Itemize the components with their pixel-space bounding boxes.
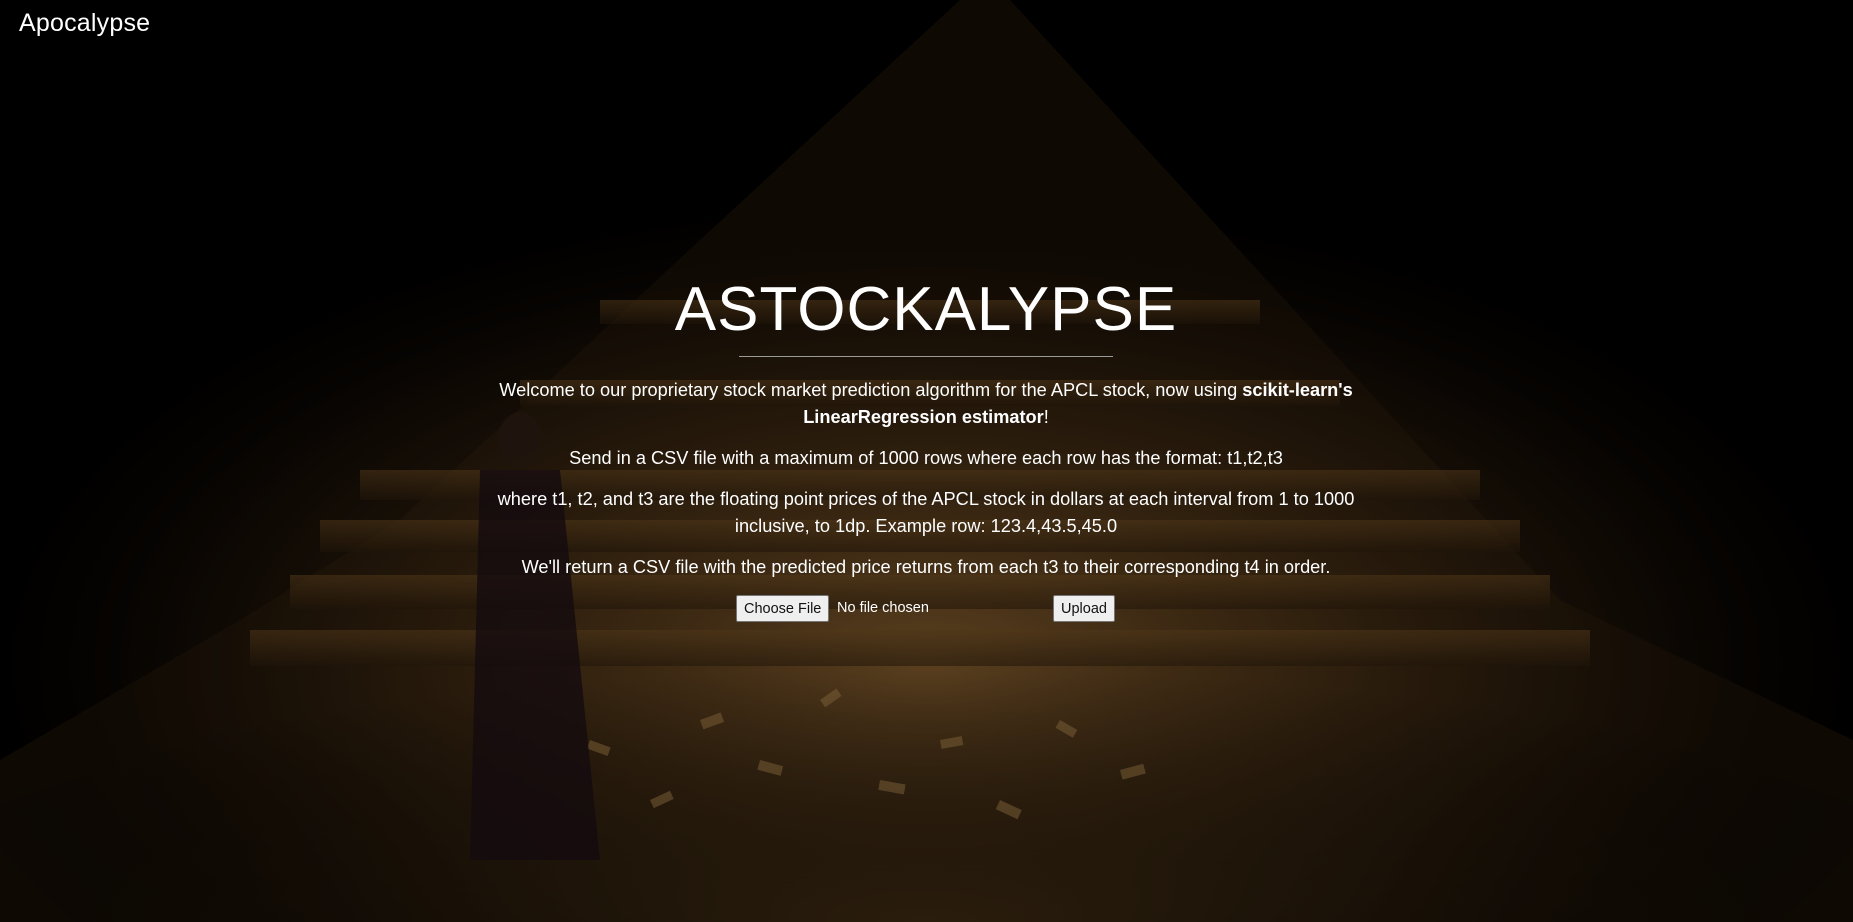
page-title: ASTOCKALYPSE [674,275,1178,344]
intro-text: Welcome to our proprietary stock market … [476,377,1376,431]
title-divider [739,356,1113,357]
format-text: Send in a CSV file with a maximum of 100… [569,448,1283,468]
where-text: where t1, t2, and t3 are the floating po… [497,489,1355,536]
choose-file-button[interactable]: Choose File [736,595,830,622]
upload-form: Choose File No file chosen Upload [476,595,1376,625]
intro-prefix: Welcome to our proprietary stock market … [499,380,1243,400]
upload-button[interactable]: Upload [1053,595,1115,622]
file-status: No file chosen [837,600,929,616]
hero-section: ASTOCKALYPSE Welcome to our proprietary … [476,270,1376,625]
return-text: We'll return a CSV file with the predict… [521,557,1331,577]
brand-logo[interactable]: Apocalypse [19,9,150,38]
intro-suffix: ! [1043,407,1049,427]
